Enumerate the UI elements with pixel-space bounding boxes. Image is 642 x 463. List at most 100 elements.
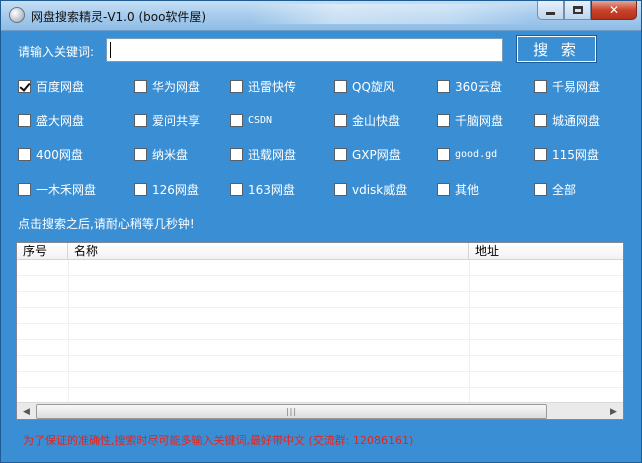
checkbox-icon[interactable] xyxy=(334,113,347,127)
column-header-address[interactable]: 地址 xyxy=(469,243,623,260)
option-checkbox[interactable]: 360云盘 xyxy=(437,78,502,94)
column-header-name[interactable]: 名称 xyxy=(68,243,469,260)
checkbox-icon[interactable] xyxy=(437,147,450,161)
option-checkbox[interactable]: 百度网盘 xyxy=(18,78,84,94)
window-title: 网盘搜索精灵-V1.0 (boo软件屋) xyxy=(31,10,207,24)
checkbox-icon[interactable] xyxy=(134,79,147,93)
search-button[interactable]: 搜 索 xyxy=(516,35,597,63)
option-label: 360云盘 xyxy=(455,79,502,94)
title-bar-glass xyxy=(251,4,531,24)
window-controls: ✕ xyxy=(537,1,637,21)
text-caret xyxy=(110,42,111,58)
scroll-right-icon[interactable]: ▶ xyxy=(605,404,622,419)
maximize-icon xyxy=(572,6,583,14)
option-label: vdisk威盘 xyxy=(352,182,408,197)
grid-line xyxy=(17,371,623,372)
checkbox-icon[interactable] xyxy=(230,182,243,196)
option-label: 迅雷快传 xyxy=(248,79,297,94)
option-checkbox[interactable]: 其他 xyxy=(437,181,479,197)
option-checkbox[interactable]: 华为网盘 xyxy=(134,78,200,94)
option-label: QQ旋风 xyxy=(352,79,395,94)
option-checkbox[interactable]: 400网盘 xyxy=(18,146,83,162)
app-window: 网盘搜索精灵-V1.0 (boo软件屋) ✕ 请输入关键词: 搜 索 百度网盘 华… xyxy=(0,0,642,463)
option-checkbox[interactable]: QQ旋风 xyxy=(334,78,395,94)
option-checkbox[interactable]: 迅雷快传 xyxy=(230,78,296,94)
scroll-left-icon[interactable]: ◀ xyxy=(18,404,35,419)
option-checkbox[interactable]: 爱问共享 xyxy=(134,112,200,128)
checkbox-icon[interactable] xyxy=(134,182,147,196)
checkbox-icon[interactable] xyxy=(334,79,347,93)
option-label: 115网盘 xyxy=(552,147,599,162)
checkbox-icon[interactable] xyxy=(18,113,31,127)
app-icon xyxy=(9,7,25,23)
maximize-button[interactable] xyxy=(564,1,591,20)
option-checkbox[interactable]: vdisk威盘 xyxy=(334,181,407,197)
option-checkbox[interactable]: 一木禾网盘 xyxy=(18,181,96,197)
option-label: 一木禾网盘 xyxy=(36,182,97,197)
close-icon: ✕ xyxy=(608,3,620,17)
option-checkbox[interactable]: 迅载网盘 xyxy=(230,146,296,162)
option-label: 百度网盘 xyxy=(36,79,85,94)
grid-line xyxy=(17,387,623,388)
checkbox-icon[interactable] xyxy=(534,113,547,127)
scroll-thumb[interactable]: ||| xyxy=(36,404,547,419)
footer-note: 为了保证的准确性,搜索时尽可能多输入关键词,最好带中文 (交流群: 120861… xyxy=(23,434,414,447)
option-checkbox[interactable]: 115网盘 xyxy=(534,146,599,162)
option-label: 迅载网盘 xyxy=(248,147,297,162)
grid-line xyxy=(17,355,623,356)
checkbox-icon[interactable] xyxy=(18,182,31,196)
keyword-input[interactable] xyxy=(106,38,503,62)
checkbox-icon[interactable] xyxy=(437,113,450,127)
option-label: 千易网盘 xyxy=(552,79,601,94)
option-checkbox[interactable]: 盛大网盘 xyxy=(18,112,84,128)
checkbox-icon[interactable] xyxy=(437,182,450,196)
checkbox-icon[interactable] xyxy=(230,79,243,93)
results-header: 序号 名称 地址 xyxy=(17,243,623,260)
horizontal-scrollbar[interactable]: ◀ ||| ▶ xyxy=(17,402,623,419)
checkbox-checked-icon[interactable] xyxy=(18,79,31,93)
option-checkbox[interactable]: CSDN xyxy=(230,112,272,128)
checkbox-icon[interactable] xyxy=(134,113,147,127)
grid-line xyxy=(17,323,623,324)
option-checkbox[interactable]: 163网盘 xyxy=(230,181,295,197)
checkbox-icon[interactable] xyxy=(534,147,547,161)
checkbox-icon[interactable] xyxy=(437,79,450,93)
checkbox-icon[interactable] xyxy=(134,147,147,161)
column-header-index[interactable]: 序号 xyxy=(17,243,68,260)
option-checkbox[interactable]: 城通网盘 xyxy=(534,112,600,128)
grid-line xyxy=(17,339,623,340)
checkbox-icon[interactable] xyxy=(230,113,243,127)
checkbox-icon[interactable] xyxy=(534,182,547,196)
wait-hint: 点击搜索之后,请耐心稍等几秒钟! xyxy=(18,217,195,231)
option-checkbox[interactable]: GXP网盘 xyxy=(334,146,401,162)
grid-line xyxy=(68,260,69,402)
checkbox-icon[interactable] xyxy=(334,182,347,196)
minimize-button[interactable] xyxy=(537,1,564,20)
checkbox-icon[interactable] xyxy=(18,147,31,161)
checkbox-icon[interactable] xyxy=(534,79,547,93)
option-label: 163网盘 xyxy=(248,182,295,197)
grid-line xyxy=(469,260,470,402)
option-label: GXP网盘 xyxy=(352,147,401,162)
title-bar[interactable]: 网盘搜索精灵-V1.0 (boo软件屋) ✕ xyxy=(1,1,641,31)
option-label: CSDN xyxy=(248,114,273,126)
option-checkbox[interactable]: 千脑网盘 xyxy=(437,112,503,128)
option-checkbox[interactable]: 千易网盘 xyxy=(534,78,600,94)
close-button[interactable]: ✕ xyxy=(591,1,637,20)
option-checkbox[interactable]: 纳米盘 xyxy=(134,146,188,162)
checkbox-icon[interactable] xyxy=(334,147,347,161)
option-checkbox[interactable]: 全部 xyxy=(534,181,576,197)
option-label: good.gd xyxy=(455,148,498,160)
checkbox-icon[interactable] xyxy=(230,147,243,161)
grid-line xyxy=(17,275,623,276)
option-label: 全部 xyxy=(552,182,577,197)
option-checkbox[interactable]: good.gd xyxy=(437,146,497,162)
option-checkbox[interactable]: 126网盘 xyxy=(134,181,199,197)
option-checkbox[interactable]: 金山快盘 xyxy=(334,112,400,128)
keyword-label: 请输入关键词: xyxy=(18,45,95,59)
grid-line xyxy=(17,291,623,292)
minimize-icon xyxy=(546,11,555,15)
results-body[interactable] xyxy=(17,260,623,402)
results-list[interactable]: 序号 名称 地址 ◀ ||| ▶ xyxy=(16,242,624,420)
option-label: 金山快盘 xyxy=(352,113,401,128)
